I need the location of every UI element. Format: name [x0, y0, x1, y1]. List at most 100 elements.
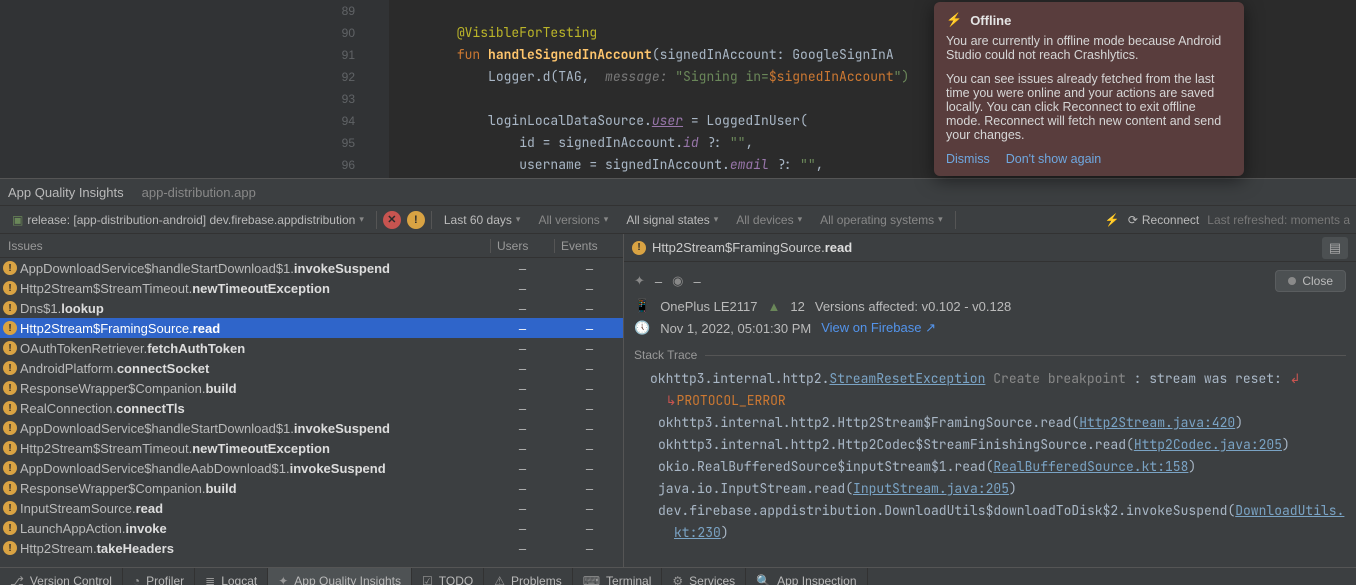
str: "" [800, 156, 816, 173]
separator [431, 211, 432, 229]
issue-row[interactable]: !ResponseWrapper$Companion.build–– [0, 378, 623, 398]
issue-name: AppDownloadService$handleStartDownload$1… [20, 421, 489, 436]
issue-events: – [556, 381, 623, 396]
stack-link[interactable]: Http2Stream.java:420 [1079, 414, 1235, 431]
stack-trace-header: Stack Trace [634, 348, 1346, 362]
issue-row[interactable]: !AndroidPlatform.connectSocket–– [0, 358, 623, 378]
create-breakpoint-hint[interactable]: Create breakpoint [993, 370, 1126, 387]
issue-row[interactable]: !Dns$1.lookup–– [0, 298, 623, 318]
issue-row[interactable]: !RealConnection.connectTls–– [0, 398, 623, 418]
issue-row[interactable]: !Http2Stream$StreamTimeout.newTimeoutExc… [0, 438, 623, 458]
issue-users: – [489, 301, 556, 316]
issue-row[interactable]: !AppDownloadService$handleStartDownload$… [0, 418, 623, 438]
fatal-filter-toggle[interactable]: ✕ [383, 211, 401, 229]
tab-terminal[interactable]: ⌨Terminal [573, 568, 663, 585]
folder-icon: ▣ [12, 213, 23, 227]
col-events[interactable]: Events [554, 239, 623, 253]
time-label: Last 60 days [444, 213, 512, 227]
issue-users: – [489, 441, 556, 456]
string-end: ") [894, 68, 910, 85]
prop: user [652, 112, 683, 129]
separator [376, 211, 377, 229]
issue-users: – [489, 421, 556, 436]
view-on-firebase-link[interactable]: View on Firebase ↗ [821, 320, 936, 336]
issue-name: AppDownloadService$handleStartDownload$1… [20, 261, 489, 276]
tab-todo[interactable]: ☑TODO [412, 568, 484, 585]
assign: = LoggedInUser( [683, 112, 808, 129]
col-issues[interactable]: Issues [0, 239, 490, 253]
versions-dropdown[interactable]: All versions▾ [532, 211, 614, 229]
issues-list[interactable]: !AppDownloadService$handleStartDownload$… [0, 258, 623, 567]
issue-row[interactable]: !AppDownloadService$handleAabDownload$1.… [0, 458, 623, 478]
tab-profiler[interactable]: ◔Profiler [123, 568, 195, 585]
col-users[interactable]: Users [490, 239, 554, 253]
issue-row[interactable]: !Http2Stream$FramingSource.read–– [0, 318, 623, 338]
issue-row[interactable]: !Http2Stream$StreamTimeout.newTimeoutExc… [0, 278, 623, 298]
issue-events: – [556, 361, 623, 376]
issue-row[interactable]: !AppDownloadService$handleStartDownload$… [0, 258, 623, 278]
stack-trace[interactable]: okhttp3.internal.http2.StreamResetExcept… [634, 368, 1346, 544]
tab-problems[interactable]: ⚠Problems [484, 568, 572, 585]
issue-name: RealConnection.connectTls [20, 401, 489, 416]
dismiss-link[interactable]: Dismiss [946, 152, 990, 166]
stack-trace-label: Stack Trace [634, 348, 697, 362]
tab-version-control[interactable]: ⎇Version Control [0, 568, 123, 585]
toast-body: You are currently in offline mode becaus… [946, 34, 1232, 142]
paren: ) [1235, 414, 1243, 431]
warning-icon: ! [0, 461, 20, 475]
bottom-toolwindow-bar: ⎇Version Control ◔Profiler ≣Logcat ✦App … [0, 567, 1356, 585]
versions-label: All versions [538, 213, 599, 227]
line-gutter: 89 90 91 92 93 94 95 96 [0, 0, 390, 178]
tab-app-inspection[interactable]: 🔍App Inspection [746, 568, 867, 585]
nonfatal-filter-toggle[interactable]: ! [407, 211, 425, 229]
arg-m: = signedInAccount. [582, 156, 730, 173]
dont-show-link[interactable]: Don't show again [1006, 152, 1102, 166]
android-icon: ▲ [768, 299, 781, 314]
tab-services[interactable]: ⚙Services [662, 568, 746, 585]
issue-row[interactable]: !OAuthTokenRetriever.fetchAuthToken–– [0, 338, 623, 358]
issue-users: – [489, 261, 556, 276]
versions-affected: Versions affected: v0.102 - v0.128 [815, 299, 1011, 314]
stack-link[interactable]: RealBufferedSource.kt:158 [993, 458, 1188, 475]
reconnect-button[interactable]: ⟳ Reconnect [1128, 213, 1199, 227]
aqi-content: Issues Users Events !AppDownloadService$… [0, 234, 1356, 567]
nav-prev-icon[interactable]: ✦ [634, 273, 645, 289]
toast-title: ⚡ Offline [946, 12, 1232, 28]
issue-name: Http2Stream$StreamTimeout.newTimeoutExce… [20, 441, 489, 456]
tab-label: Version Control [30, 574, 112, 585]
tab-label: App Inspection [777, 574, 856, 585]
gauge-icon: ◔ [133, 574, 140, 585]
issue-row[interactable]: !InputStreamSource.read–– [0, 498, 623, 518]
toast-p1: You are currently in offline mode becaus… [946, 34, 1232, 62]
line-number: 92 [0, 66, 389, 88]
issue-users: – [489, 321, 556, 336]
tab-logcat[interactable]: ≣Logcat [195, 568, 268, 585]
issue-events: – [556, 541, 623, 556]
fn-name: handleSignedInAccount [488, 46, 652, 63]
devices-dropdown[interactable]: All devices▾ [730, 211, 808, 229]
expr: loginLocalDataSource. [488, 112, 652, 129]
stack-link[interactable]: StreamResetException [829, 370, 985, 387]
issue-row[interactable]: !Http2Stream.takeHeaders–– [0, 538, 623, 558]
keyword-fun: fun [457, 46, 480, 63]
issue-events: – [556, 421, 623, 436]
os-dropdown[interactable]: All operating systems▾ [814, 211, 949, 229]
time-range-dropdown[interactable]: Last 60 days▾ [438, 211, 527, 229]
expand-icon[interactable]: ▤ [1322, 237, 1348, 259]
stack-link[interactable]: Http2Codec.java:205 [1134, 436, 1282, 453]
signal-dropdown[interactable]: All signal states▾ [620, 211, 724, 229]
op: ?: [699, 134, 730, 151]
op: ?: [769, 156, 800, 173]
close-button[interactable]: Close [1275, 270, 1346, 292]
stack-link[interactable]: InputStream.java:205 [853, 480, 1009, 497]
separator [955, 211, 956, 229]
chevron-down-icon: ▾ [714, 214, 719, 225]
issue-users: – [489, 521, 556, 536]
aqi-app-name: app-distribution.app [142, 185, 256, 200]
release-dropdown[interactable]: ▣ release: [app-distribution-android] de… [6, 211, 370, 229]
issue-row[interactable]: !ResponseWrapper$Companion.build–– [0, 478, 623, 498]
tab-app-quality-insights[interactable]: ✦App Quality Insights [268, 568, 412, 585]
warning-icon: ⚠ [494, 574, 505, 585]
warning-icon: ! [0, 401, 20, 415]
issue-row[interactable]: !LaunchAppAction.invoke–– [0, 518, 623, 538]
